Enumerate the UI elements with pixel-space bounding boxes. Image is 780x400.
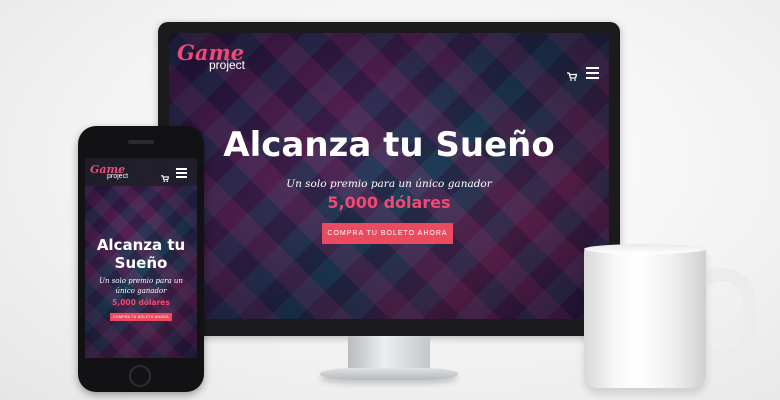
mobile-logo[interactable]: Game project: [90, 163, 140, 185]
hero-title-line1: Alcanza tu: [96, 236, 186, 254]
logo-project-text: project: [107, 173, 129, 180]
logo-project-text: project: [209, 58, 246, 72]
buy-ticket-button[interactable]: COMPRA TU BOLETO AHORA: [110, 313, 172, 321]
mobile-screen: Game project Alcanza tu Sueño Un solo pr…: [85, 158, 197, 358]
phone-speaker: [128, 140, 154, 144]
cart-icon[interactable]: [567, 68, 578, 81]
phone-home-button: [129, 365, 151, 387]
hero-title-line2: Sueño: [114, 254, 168, 272]
desktop-monitor: Game project Alcanza tu Sueño Un solo pr…: [158, 22, 620, 336]
hero-title: Alcanza tu Sueño: [223, 125, 555, 165]
desktop-screen: Game project Alcanza tu Sueño Un solo pr…: [169, 33, 609, 319]
mobile-phone: Game project Alcanza tu Sueño Un solo pr…: [78, 126, 204, 392]
hamburger-menu-icon[interactable]: [586, 67, 599, 79]
desktop-logo[interactable]: Game project: [177, 41, 267, 75]
hero-prize: 5,000 dólares: [112, 298, 170, 307]
monitor-stand-base: [320, 368, 458, 380]
hero-subtitle: Un solo premio para un único ganador: [286, 178, 492, 190]
cart-icon[interactable]: [161, 169, 170, 182]
hamburger-menu-icon[interactable]: [176, 168, 187, 178]
hero-subtitle-line1: Un solo premio para un: [99, 277, 183, 285]
hero-prize: 5,000 dólares: [327, 193, 451, 212]
hero-subtitle-line2: único ganador: [115, 287, 167, 295]
buy-ticket-button[interactable]: COMPRA TU BOLETO AHORA: [322, 223, 453, 244]
